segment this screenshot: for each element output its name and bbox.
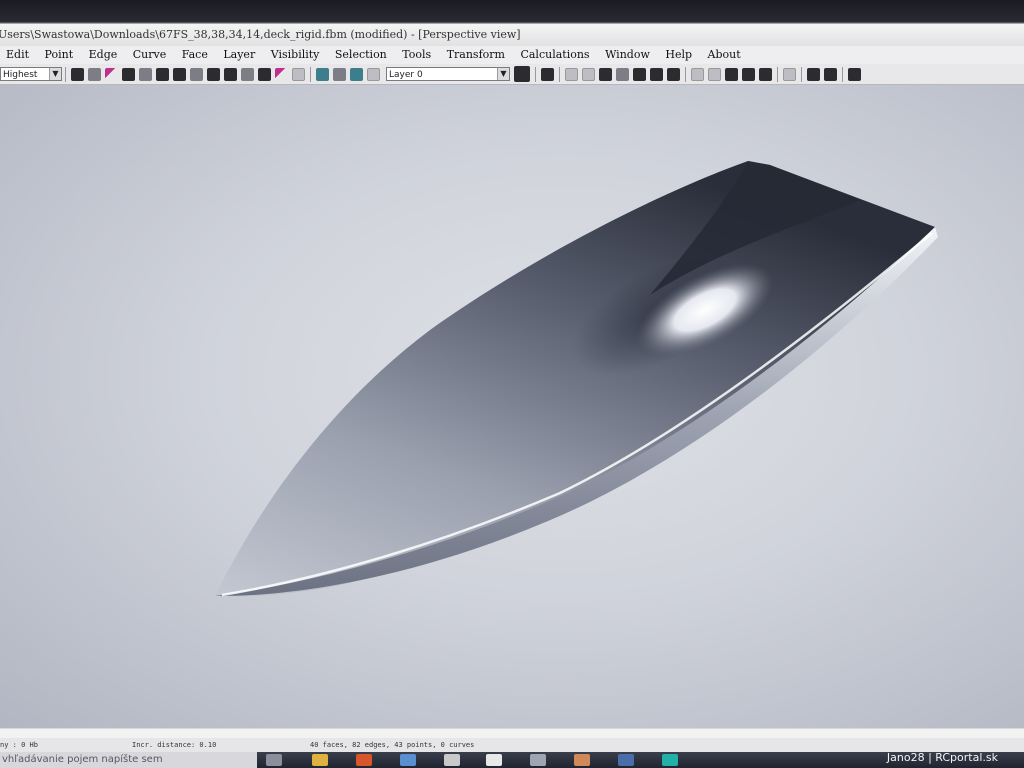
app-icon[interactable] [618, 754, 634, 766]
group-icon[interactable] [667, 67, 680, 81]
app-icon[interactable] [662, 754, 678, 766]
menu-help[interactable]: Help [659, 46, 698, 61]
window-title-bar: Users\Swastowa\Downloads\67FS_38,38,34,1… [0, 24, 1024, 46]
taskbar: vhľadávanie pojem napíšte sem [0, 752, 1024, 768]
hammer-icon[interactable] [848, 67, 861, 81]
taskbar-search-text: vhľadávanie pojem napíšte sem [2, 754, 163, 765]
status-bar: ny : 0 Hb Incr. distance: 0.10 40 faces,… [0, 738, 1024, 752]
display-icon[interactable] [350, 67, 363, 81]
status-increment: Incr. distance: 0.10 [132, 741, 217, 749]
layer-select-value: Layer 0 [389, 70, 423, 80]
layer-color-icon[interactable] [514, 66, 530, 82]
menu-transform[interactable]: Transform [441, 46, 511, 61]
dots-icon[interactable] [582, 67, 595, 81]
layer-select[interactable]: Layer 0 ▼ [386, 67, 510, 81]
cloud-icon[interactable] [333, 67, 346, 81]
flag-icon[interactable] [241, 67, 254, 81]
menu-about[interactable]: About [702, 46, 747, 61]
app-icon[interactable] [356, 754, 372, 766]
render-icon[interactable] [122, 67, 135, 81]
ruler-icon[interactable] [258, 67, 271, 81]
menu-bar: Edit Point Edge Curve Face Layer Visibil… [0, 46, 1024, 65]
line-icon[interactable] [292, 67, 305, 81]
menu-selection[interactable]: Selection [329, 46, 393, 61]
toolbar: Highest ▼ Layer 0 ▼ [0, 64, 1024, 85]
curvature-icon[interactable] [105, 67, 118, 81]
menu-edge[interactable]: Edge [83, 46, 124, 61]
plugin-icon[interactable] [824, 67, 837, 81]
pin-icon[interactable] [616, 67, 629, 81]
pen-icon[interactable] [599, 67, 612, 81]
layers-icon[interactable] [207, 67, 220, 81]
toolbar-separator [777, 66, 778, 82]
arc-icon[interactable] [275, 67, 288, 81]
precision-select-value: Highest [3, 70, 38, 80]
cross-icon[interactable] [708, 67, 721, 81]
menu-edit[interactable]: Edit [0, 46, 35, 61]
toolbar-separator [535, 66, 536, 82]
toolbar-separator [801, 66, 802, 82]
wireframe-icon[interactable] [88, 67, 101, 81]
app-icon[interactable] [574, 754, 590, 766]
screen: Users\Swastowa\Downloads\67FS_38,38,34,1… [0, 0, 1024, 768]
window-title: Users\Swastowa\Downloads\67FS_38,38,34,1… [0, 28, 521, 41]
toolbar-separator [310, 66, 311, 82]
hull-deck-surface [215, 161, 935, 597]
chevron-down-icon[interactable]: ▼ [49, 68, 61, 80]
status-counts: 40 faces, 82 edges, 43 points, 0 curves [310, 741, 475, 749]
app-icon[interactable] [530, 754, 546, 766]
gear-icon[interactable] [807, 67, 820, 81]
menu-layer[interactable]: Layer [217, 46, 261, 61]
spline-icon[interactable] [783, 67, 796, 81]
panel-icon[interactable] [190, 67, 203, 81]
app-icon[interactable] [400, 754, 416, 766]
menu-visibility[interactable]: Visibility [265, 46, 326, 61]
unlock-icon[interactable] [650, 67, 663, 81]
status-left: ny : 0 Hb [0, 741, 38, 749]
taskbar-search[interactable]: vhľadávanie pojem napíšte sem [0, 752, 257, 768]
watermark: Jano28 | RCportal.sk [886, 751, 998, 764]
axis-icon[interactable] [565, 67, 578, 81]
task-view-icon[interactable] [266, 754, 282, 766]
move-icon[interactable] [541, 67, 554, 81]
folder-icon[interactable] [312, 754, 328, 766]
grid-view-icon[interactable] [139, 67, 152, 81]
lock-icon[interactable] [633, 67, 646, 81]
pattern-icon[interactable] [367, 67, 380, 81]
camera-icon[interactable] [224, 67, 237, 81]
app-icon[interactable] [444, 754, 460, 766]
table-icon[interactable] [725, 67, 738, 81]
menu-tools[interactable]: Tools [396, 46, 437, 61]
precision-select[interactable]: Highest ▼ [0, 67, 62, 81]
solid-icon[interactable] [156, 67, 169, 81]
menu-point[interactable]: Point [39, 46, 80, 61]
shaded-view-icon[interactable] [71, 67, 84, 81]
measure-icon[interactable] [691, 67, 704, 81]
menu-curve[interactable]: Curve [127, 46, 172, 61]
toolbar-separator [559, 66, 560, 82]
mesh-icon[interactable] [316, 67, 329, 81]
book-icon[interactable] [742, 67, 755, 81]
frame-icon[interactable] [759, 67, 772, 81]
toolbar-separator [65, 66, 66, 82]
toolbar-separator [842, 66, 843, 82]
perspective-viewport[interactable] [0, 85, 1024, 728]
chevron-down-icon[interactable]: ▼ [497, 68, 509, 80]
menu-window[interactable]: Window [599, 46, 656, 61]
menu-face[interactable]: Face [176, 46, 214, 61]
hull-model [215, 161, 938, 597]
menu-calculations[interactable]: Calculations [514, 46, 595, 61]
app-icon[interactable] [486, 754, 502, 766]
toolbar-separator [685, 66, 686, 82]
box-icon[interactable] [173, 67, 186, 81]
